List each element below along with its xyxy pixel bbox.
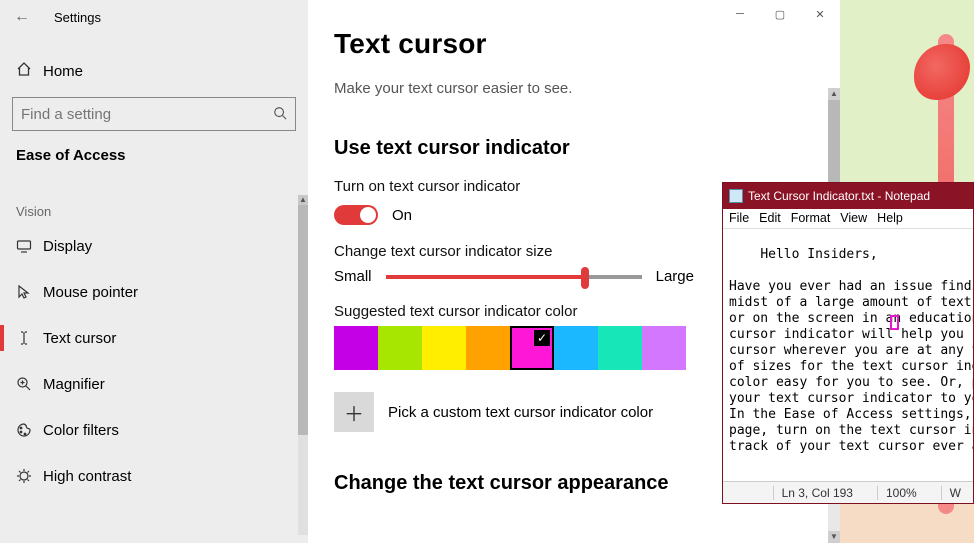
notepad-menu: File Edit Format View Help — [723, 209, 973, 229]
pointer-icon — [16, 284, 40, 300]
section-indicator: Use text cursor indicator — [334, 137, 830, 160]
page-subtitle: Make your text cursor easier to see. — [334, 80, 830, 97]
sidebar-item-display[interactable]: Display — [0, 223, 308, 269]
menu-format[interactable]: Format — [791, 211, 831, 228]
search-icon — [273, 106, 287, 123]
indicator-toggle[interactable] — [334, 205, 378, 225]
toggle-state-label: On — [392, 207, 412, 224]
scroll-thumb[interactable] — [298, 205, 308, 435]
category-title: Ease of Access — [16, 147, 308, 164]
color-swatch[interactable]: ✓ — [510, 326, 554, 370]
page-title: Text cursor — [334, 28, 830, 60]
slider-fill — [386, 275, 586, 279]
sidebar-item-magnifier[interactable]: Magnifier — [0, 361, 308, 407]
sidebar-item-text-cursor[interactable]: Text cursor — [0, 315, 308, 361]
plus-icon: ＋ — [344, 398, 364, 427]
app-title: Settings — [54, 10, 308, 25]
notepad-body[interactable]: Hello Insiders, Have you ever had an iss… — [723, 229, 973, 481]
text-cursor-indicator — [890, 315, 899, 330]
color-swatch[interactable] — [598, 326, 642, 370]
color-swatch[interactable] — [466, 326, 510, 370]
scroll-up-icon[interactable]: ▲ — [298, 195, 308, 205]
check-icon: ✓ — [534, 330, 550, 346]
file-icon — [729, 189, 743, 203]
nav-label: Color filters — [43, 422, 119, 439]
search-field[interactable] — [21, 106, 273, 123]
menu-edit[interactable]: Edit — [759, 211, 781, 228]
custom-color-label: Pick a custom text cursor indicator colo… — [388, 404, 653, 421]
color-swatch[interactable] — [334, 326, 378, 370]
display-icon — [16, 238, 40, 254]
menu-help[interactable]: Help — [877, 211, 903, 228]
notepad-title-text: Text Cursor Indicator.txt - Notepad — [748, 189, 930, 203]
color-swatch[interactable] — [642, 326, 686, 370]
slider-min-label: Small — [334, 268, 372, 285]
scroll-down-icon[interactable]: ▼ — [828, 531, 840, 543]
home-nav[interactable]: Home — [0, 53, 308, 89]
color-swatch[interactable] — [378, 326, 422, 370]
sidebar-item-mouse-pointer[interactable]: Mouse pointer — [0, 269, 308, 315]
sidebar-scrollbar[interactable]: ▲ — [298, 195, 308, 535]
menu-file[interactable]: File — [729, 211, 749, 228]
scroll-up-icon[interactable]: ▲ — [828, 88, 840, 100]
home-label: Home — [43, 63, 83, 80]
magnifier-icon — [16, 376, 40, 392]
color-swatch[interactable] — [422, 326, 466, 370]
back-arrow-icon[interactable]: ← — [14, 8, 30, 26]
sidebar-item-color-filters[interactable]: Color filters — [0, 407, 308, 453]
notepad-window: Text Cursor Indicator.txt - Notepad File… — [722, 182, 974, 504]
nav-label: Display — [43, 238, 92, 255]
status-rest: W — [941, 486, 969, 500]
home-icon — [16, 61, 40, 81]
sidebar-item-high-contrast[interactable]: High contrast — [0, 453, 308, 499]
status-position: Ln 3, Col 193 — [773, 486, 861, 500]
notepad-titlebar[interactable]: Text Cursor Indicator.txt - Notepad — [723, 183, 973, 209]
slider-max-label: Large — [656, 268, 694, 285]
slider-thumb[interactable] — [581, 267, 589, 289]
nav-label: Magnifier — [43, 376, 105, 393]
flower-bud — [914, 44, 970, 100]
search-input[interactable] — [12, 97, 296, 131]
group-vision: Vision — [16, 204, 308, 219]
contrast-icon — [16, 468, 40, 484]
status-zoom: 100% — [877, 486, 925, 500]
text-cursor-icon — [16, 330, 40, 346]
color-swatch[interactable] — [554, 326, 598, 370]
settings-window: ─ ▢ ✕ ← Settings Home Ease of Access Vis… — [0, 0, 840, 543]
menu-view[interactable]: View — [840, 211, 867, 228]
nav-label: High contrast — [43, 468, 131, 485]
notepad-statusbar: Ln 3, Col 193 100% W — [723, 481, 973, 503]
nav-label: Mouse pointer — [43, 284, 138, 301]
size-slider[interactable] — [386, 275, 642, 279]
toggle-knob — [360, 207, 376, 223]
nav-label: Text cursor — [43, 330, 116, 347]
palette-icon — [16, 422, 40, 438]
settings-sidebar: ← Settings Home Ease of Access Vision Di… — [0, 0, 308, 543]
custom-color-button[interactable]: ＋ — [334, 392, 374, 432]
